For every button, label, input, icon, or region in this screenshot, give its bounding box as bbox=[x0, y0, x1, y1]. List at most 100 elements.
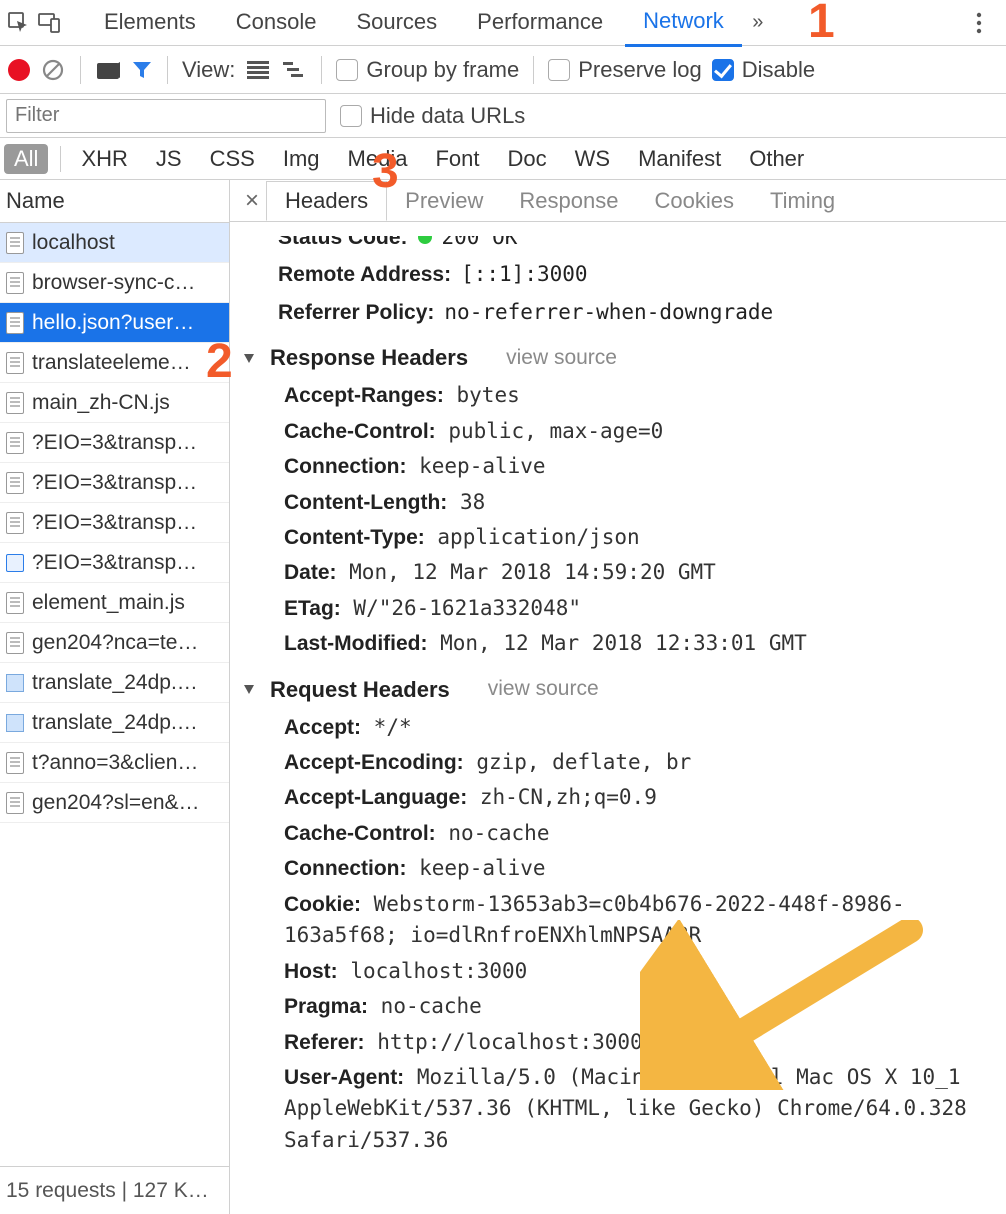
request-row[interactable]: t?anno=3&clien… bbox=[0, 743, 229, 783]
devtools-tab-strip: Elements Console Sources Performance Net… bbox=[0, 0, 1006, 46]
response-headers-title: Response Headers bbox=[270, 342, 468, 374]
tab-performance[interactable]: Performance bbox=[459, 1, 621, 45]
request-row[interactable]: ?EIO=3&transp… bbox=[0, 463, 229, 503]
inspect-element-icon[interactable] bbox=[6, 10, 32, 36]
hide-data-urls-label: Hide data URLs bbox=[370, 103, 525, 129]
filter-icon[interactable] bbox=[131, 59, 153, 81]
request-row[interactable]: localhost bbox=[0, 223, 229, 263]
request-name: ?EIO=3&transp… bbox=[32, 511, 197, 535]
header-key: Connection: bbox=[284, 455, 406, 478]
filter-other[interactable]: Other bbox=[735, 142, 818, 176]
caret-down-icon[interactable] bbox=[244, 685, 254, 694]
waterfall-icon[interactable] bbox=[281, 59, 307, 81]
request-row[interactable]: gen204?nca=te… bbox=[0, 623, 229, 663]
header-value: Mon, 12 Mar 2018 12:33:01 GMT bbox=[427, 631, 806, 655]
filter-all[interactable]: All bbox=[4, 144, 48, 174]
request-row[interactable]: main_zh-CN.js bbox=[0, 383, 229, 423]
header-key: Cache-Control: bbox=[284, 420, 436, 443]
more-tabs-icon[interactable]: » bbox=[746, 11, 770, 34]
header-key: Content-Length: bbox=[284, 491, 447, 514]
detail-tab-headers[interactable]: Headers bbox=[266, 181, 387, 221]
tab-console[interactable]: Console bbox=[218, 1, 335, 45]
request-row[interactable]: ?EIO=3&transp… bbox=[0, 423, 229, 463]
screenshot-icon[interactable] bbox=[95, 59, 121, 81]
file-icon bbox=[6, 472, 24, 494]
request-row[interactable]: gen204?sl=en&… bbox=[0, 783, 229, 823]
group-by-frame-checkbox[interactable] bbox=[336, 59, 358, 81]
header-key: Accept-Ranges: bbox=[284, 384, 444, 407]
detail-tab-preview[interactable]: Preview bbox=[387, 182, 501, 220]
name-column-header[interactable]: Name bbox=[0, 180, 229, 223]
filter-ws[interactable]: WS bbox=[561, 142, 624, 176]
filter-input[interactable] bbox=[6, 99, 326, 133]
network-summary-bar: 15 requests | 127 K… bbox=[0, 1166, 230, 1214]
header-value: Webstorm-13653ab3=c0b4b676-2022-448f-898… bbox=[284, 892, 905, 947]
header-value: keep-alive bbox=[406, 856, 545, 880]
filter-js[interactable]: JS bbox=[142, 142, 196, 176]
request-name: gen204?sl=en&… bbox=[32, 791, 200, 815]
request-list: localhostbrowser-sync-c… hello.json?user…… bbox=[0, 223, 229, 1166]
remote-address-label: Remote Address: bbox=[278, 260, 451, 290]
request-row[interactable]: translateeleme… bbox=[0, 343, 229, 383]
request-name: ?EIO=3&transp… bbox=[32, 431, 197, 455]
header-key: Cookie: bbox=[284, 893, 361, 916]
filter-xhr[interactable]: XHR bbox=[67, 142, 141, 176]
tab-elements[interactable]: Elements bbox=[86, 1, 214, 45]
status-code-value: 200 OK bbox=[442, 222, 518, 252]
detail-tab-response[interactable]: Response bbox=[501, 182, 636, 220]
request-row[interactable]: ?EIO=3&transp… bbox=[0, 503, 229, 543]
request-list-column: Name localhostbrowser-sync-c… hello.json?… bbox=[0, 180, 230, 1166]
record-icon[interactable] bbox=[8, 59, 30, 81]
close-details-icon[interactable]: × bbox=[238, 187, 266, 215]
header-row: Cache-Control: public, max-age=0 bbox=[284, 416, 996, 447]
referrer-policy-label: Referrer Policy: bbox=[278, 298, 434, 328]
tab-sources[interactable]: Sources bbox=[338, 1, 455, 45]
request-name: element_main.js bbox=[32, 591, 185, 615]
hide-data-urls-checkbox[interactable] bbox=[340, 105, 362, 127]
request-row[interactable]: browser-sync-c… bbox=[0, 263, 229, 303]
request-row[interactable]: translate_24dp.… bbox=[0, 703, 229, 743]
device-toolbar-icon[interactable] bbox=[36, 10, 62, 36]
requests-summary: 15 requests | 127 K… bbox=[6, 1179, 209, 1203]
request-row[interactable]: translate_24dp.… bbox=[0, 663, 229, 703]
remote-address-value: [::1]:3000 bbox=[461, 259, 587, 289]
view-label: View: bbox=[182, 57, 235, 83]
filter-doc[interactable]: Doc bbox=[493, 142, 560, 176]
network-toolbar: View: Group by frame Preserve log Disabl… bbox=[0, 46, 1006, 94]
preserve-log-checkbox[interactable] bbox=[548, 59, 570, 81]
kebab-menu-icon[interactable] bbox=[968, 12, 990, 34]
filter-bar: Hide data URLs bbox=[0, 94, 1006, 138]
view-source-link[interactable]: view source bbox=[488, 674, 599, 704]
request-name: main_zh-CN.js bbox=[32, 391, 170, 415]
request-name: hello.json?user… bbox=[32, 311, 194, 335]
preserve-log-label: Preserve log bbox=[578, 57, 702, 83]
detail-tab-timing[interactable]: Timing bbox=[752, 182, 853, 220]
request-row[interactable]: ?EIO=3&transp… bbox=[0, 543, 229, 583]
filter-css[interactable]: CSS bbox=[196, 142, 269, 176]
tab-network[interactable]: Network bbox=[625, 0, 742, 47]
file-icon bbox=[6, 592, 24, 614]
request-name: t?anno=3&clien… bbox=[32, 751, 198, 775]
header-key: Accept: bbox=[284, 716, 361, 739]
filter-img[interactable]: Img bbox=[269, 142, 334, 176]
large-rows-icon[interactable] bbox=[245, 59, 271, 81]
header-value: zh-CN,zh;q=0.9 bbox=[467, 785, 657, 809]
disable-cache-checkbox[interactable] bbox=[712, 59, 734, 81]
header-key: Connection: bbox=[284, 857, 406, 880]
view-source-link[interactable]: view source bbox=[506, 343, 617, 373]
header-value: application/json bbox=[425, 525, 640, 549]
header-value: bytes bbox=[444, 383, 520, 407]
header-value: Mon, 12 Mar 2018 14:59:20 GMT bbox=[337, 560, 716, 584]
request-row[interactable]: hello.json?user… bbox=[0, 303, 229, 343]
request-name: translate_24dp.… bbox=[32, 671, 198, 695]
caret-down-icon[interactable] bbox=[244, 354, 254, 363]
request-row[interactable]: element_main.js bbox=[0, 583, 229, 623]
type-filter-bar: All XHR JS CSS Img Media Font Doc WS Man… bbox=[0, 138, 1006, 180]
request-name: translateeleme… bbox=[32, 351, 191, 375]
request-name: ?EIO=3&transp… bbox=[32, 471, 197, 495]
detail-tab-cookies[interactable]: Cookies bbox=[636, 182, 751, 220]
filter-manifest[interactable]: Manifest bbox=[624, 142, 735, 176]
clear-icon[interactable] bbox=[40, 57, 66, 83]
filter-font[interactable]: Font bbox=[421, 142, 493, 176]
filter-media[interactable]: Media bbox=[334, 142, 422, 176]
